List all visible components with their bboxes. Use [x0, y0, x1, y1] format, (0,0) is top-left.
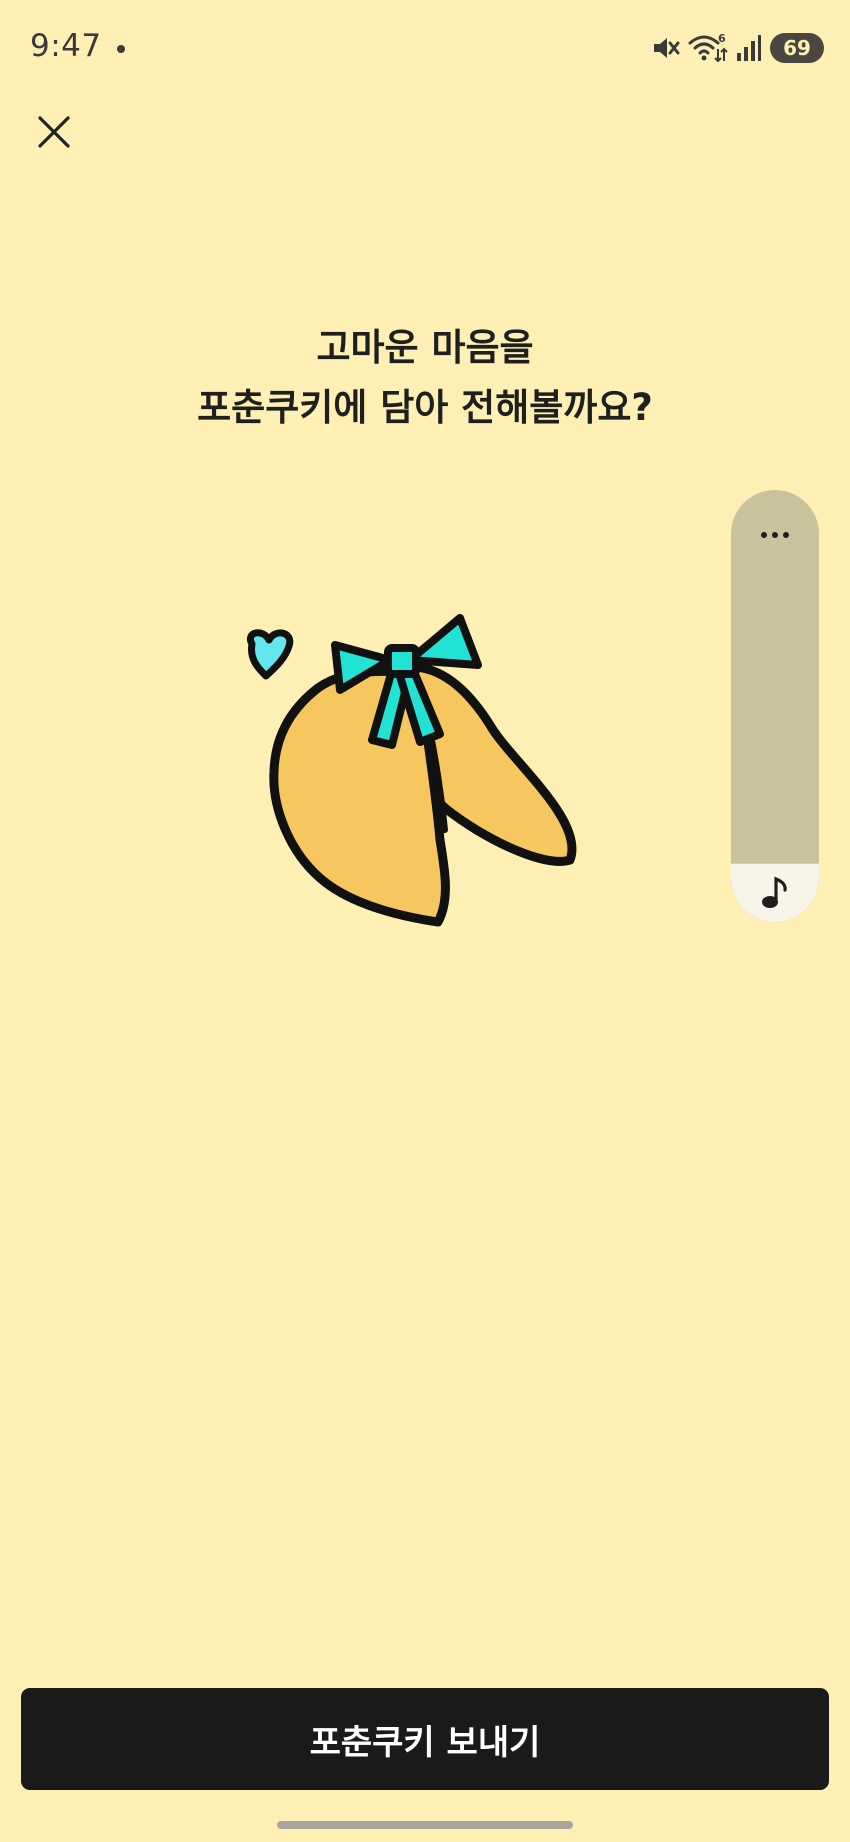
music-button[interactable]: [731, 863, 819, 922]
status-icons: 6 69: [650, 30, 824, 66]
close-button[interactable]: [26, 104, 82, 160]
more-button[interactable]: [731, 510, 819, 560]
send-fortune-cookie-button[interactable]: 포춘쿠키 보내기: [21, 1688, 829, 1790]
battery-icon: 69: [770, 33, 824, 63]
fortune-cookie-illustration: [246, 614, 577, 927]
more-icon: [761, 532, 767, 538]
music-note-icon: [762, 876, 787, 908]
mute-icon: [654, 38, 680, 58]
wifi-icon: 6: [688, 32, 728, 63]
headline-line-1: 고마운 마음을: [316, 326, 534, 369]
signal-icon: [737, 35, 761, 61]
headline-line-2: 포춘쿠키에 담아 전해볼까요?: [197, 386, 653, 429]
page-title: 고마운 마음을 포춘쿠키에 담아 전해볼까요?: [0, 318, 850, 438]
side-panel[interactable]: [731, 490, 819, 922]
battery-level: 69: [783, 36, 811, 60]
status-time: 9:47: [30, 28, 102, 64]
notification-dot: [117, 45, 125, 53]
fortune-cookie-screen: 9:47 6 69 고마운 마음을 포춘쿠키에 담아 전해볼까요? 포춘쿠키 보…: [0, 0, 850, 1842]
status-bar: 9:47 6 69: [0, 0, 850, 100]
home-indicator[interactable]: [277, 1821, 573, 1829]
wifi-badge: 6: [718, 32, 726, 45]
close-icon: [38, 116, 70, 148]
heart-icon: [246, 629, 294, 680]
